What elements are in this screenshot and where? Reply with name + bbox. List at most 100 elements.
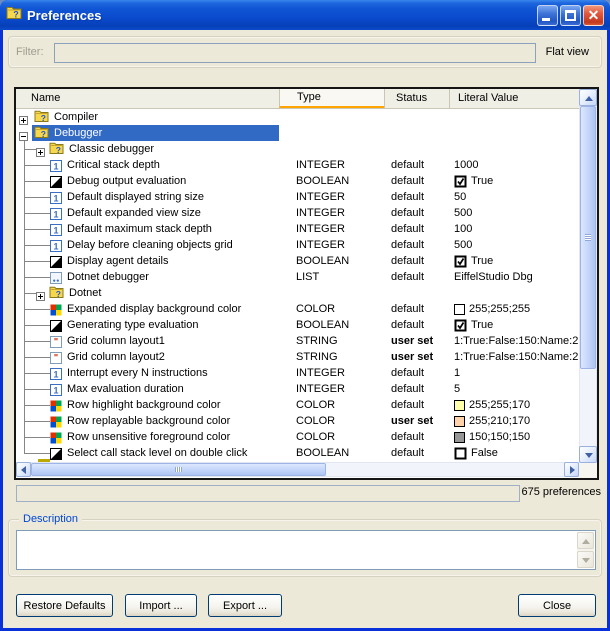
type-cell: STRING — [279, 333, 384, 349]
scroll-up-button[interactable] — [579, 89, 597, 106]
tree-pref-row[interactable]: 1Default maximum stack depthINTEGERdefau… — [16, 221, 579, 237]
list-type-icon — [50, 271, 62, 285]
tree-pref-row[interactable]: Expanded display background colorCOLORde… — [16, 301, 579, 317]
tree-pref-row[interactable]: Dotnet debuggerLISTdefaultEiffelStudio D… — [16, 269, 579, 285]
horizontal-scroll-track[interactable] — [326, 462, 564, 477]
tree-folder-row[interactable]: ?Compiler — [16, 109, 579, 125]
folder-icon: ? — [49, 142, 64, 157]
tree-pref-row[interactable]: Row highlight background colorCOLORdefau… — [16, 397, 579, 413]
literal-value-text: 255;255;170 — [469, 399, 530, 411]
export-button[interactable]: Export ... — [208, 594, 282, 617]
literal-value-cell: 5 — [449, 381, 579, 397]
tree-pref-row[interactable]: 1Interrupt every N instructionsINTEGERde… — [16, 365, 579, 381]
tree-line — [24, 229, 50, 230]
integer-type-icon: 1 — [50, 191, 62, 205]
minimize-icon — [542, 18, 550, 21]
literal-value-text: 1:True:False:150:Name:2 — [454, 335, 578, 347]
description-scroll-down-button[interactable] — [577, 551, 594, 568]
integer-type-icon: 1 — [50, 239, 62, 253]
checkbox-checked-icon[interactable] — [454, 255, 467, 268]
tree-pref-row[interactable]: Select call stack level on double clickB… — [16, 445, 579, 461]
tree-pref-row[interactable]: 1Default displayed string sizeINTEGERdef… — [16, 189, 579, 205]
color-type-icon — [50, 431, 62, 445]
svg-text:?: ? — [56, 145, 61, 155]
close-button[interactable]: ✕ — [583, 5, 604, 26]
tree-folder-row[interactable]: ?Dotnet — [16, 285, 579, 301]
tree-pref-row[interactable]: Display agent detailsBOOLEANdefaultTrue — [16, 253, 579, 269]
literal-value-cell: 100 — [449, 221, 579, 237]
name-cell: Select call stack level on double click — [16, 445, 279, 461]
tree-pref-row[interactable]: "Grid column layout1STRINGuser set1:True… — [16, 333, 579, 349]
tree-pref-row[interactable]: Debug output evaluationBOOLEANdefaultTru… — [16, 173, 579, 189]
tree-pref-row[interactable]: 1Default expanded view sizeINTEGERdefaul… — [16, 205, 579, 221]
scroll-left-button[interactable] — [16, 462, 31, 477]
checkbox-checked-icon[interactable] — [454, 319, 467, 332]
literal-value-cell: True — [449, 173, 579, 189]
import-button[interactable]: Import ... — [125, 594, 197, 617]
scroll-right-button[interactable] — [564, 462, 579, 477]
description-scroll-up-button[interactable] — [577, 532, 594, 549]
checkbox-checked-icon[interactable] — [454, 175, 467, 188]
literal-value-text: 1 — [454, 367, 460, 379]
tree-pref-row[interactable]: Row unsensitive foreground colorCOLORdef… — [16, 429, 579, 445]
title-bar[interactable]: ? Preferences ✕ — [0, 0, 610, 30]
close-dialog-button[interactable]: Close — [518, 594, 596, 617]
status-field — [16, 485, 520, 502]
tree-pref-row[interactable]: 1Delay before cleaning objects gridINTEG… — [16, 237, 579, 253]
status-cell: default — [384, 253, 449, 269]
tree-pref-row[interactable]: 1Critical stack depthINTEGERdefault1000 — [16, 157, 579, 173]
integer-type-icon: 1 — [50, 223, 62, 237]
literal-value-text: 1000 — [454, 159, 478, 171]
folder-icon: ? — [34, 126, 49, 141]
vertical-scroll-track[interactable] — [579, 369, 597, 446]
minimize-button[interactable] — [537, 5, 558, 26]
status-cell: default — [384, 237, 449, 253]
vertical-scroll-thumb[interactable] — [580, 106, 596, 369]
description-group: Description — [8, 519, 602, 577]
tree-pref-row[interactable]: 1Max evaluation durationINTEGERdefault5 — [16, 381, 579, 397]
tree-line — [24, 405, 50, 406]
column-header-literal-value[interactable]: Literal Value — [449, 89, 579, 108]
literal-value-cell — [449, 141, 579, 157]
flat-view-toggle[interactable]: Flat view — [546, 46, 589, 58]
restore-defaults-button[interactable]: Restore Defaults — [16, 594, 113, 617]
literal-value-text: 500 — [454, 239, 472, 251]
scroll-down-button[interactable] — [579, 446, 597, 463]
status-cell: user set — [384, 413, 449, 429]
type-cell: BOOLEAN — [279, 253, 384, 269]
type-cell: COLOR — [279, 429, 384, 445]
string-type-icon: " — [50, 351, 62, 365]
column-header-status[interactable]: Status — [384, 89, 449, 108]
filter-input[interactable] — [54, 43, 536, 63]
type-cell: INTEGER — [279, 221, 384, 237]
tree-line — [24, 261, 50, 262]
collapse-toggle-icon[interactable] — [19, 128, 28, 141]
filter-group: Filter: Flat view — [8, 36, 602, 68]
folder-name-label: Classic debugger — [69, 141, 154, 157]
color-type-icon — [50, 415, 62, 429]
tree-pref-row[interactable]: Row replayable background colorCOLORuser… — [16, 413, 579, 429]
tree-folder-row[interactable]: ? Classic debugger — [16, 141, 579, 157]
maximize-button[interactable] — [560, 5, 581, 26]
boolean-type-icon — [50, 255, 62, 269]
svg-text:?: ? — [41, 113, 46, 123]
tree-pref-row[interactable]: Generating type evaluationBOOLEANdefault… — [16, 317, 579, 333]
name-cell: Display agent details — [16, 253, 279, 269]
vertical-scrollbar[interactable] — [579, 89, 597, 463]
tree-pref-row[interactable]: "Grid column layout2STRINGuser set1:True… — [16, 349, 579, 365]
horizontal-scroll-thumb[interactable] — [31, 463, 326, 476]
tree-folder-row[interactable]: ?Debugger — [16, 125, 579, 141]
description-text-area[interactable] — [16, 530, 596, 570]
integer-type-icon: 1 — [50, 207, 62, 221]
expand-toggle-icon[interactable] — [19, 112, 28, 125]
column-header-type[interactable]: Type — [279, 89, 384, 108]
column-header-name[interactable]: Name — [16, 89, 279, 108]
pref-name-label: Row highlight background color — [67, 397, 220, 413]
horizontal-scrollbar[interactable] — [16, 462, 579, 477]
type-cell: LIST — [279, 269, 384, 285]
expand-toggle-icon[interactable] — [36, 288, 45, 301]
checkbox-unchecked-icon[interactable] — [454, 447, 467, 460]
svg-text:?: ? — [41, 129, 46, 139]
expand-toggle-icon[interactable] — [36, 144, 45, 157]
literal-value-cell: 1000 — [449, 157, 579, 173]
